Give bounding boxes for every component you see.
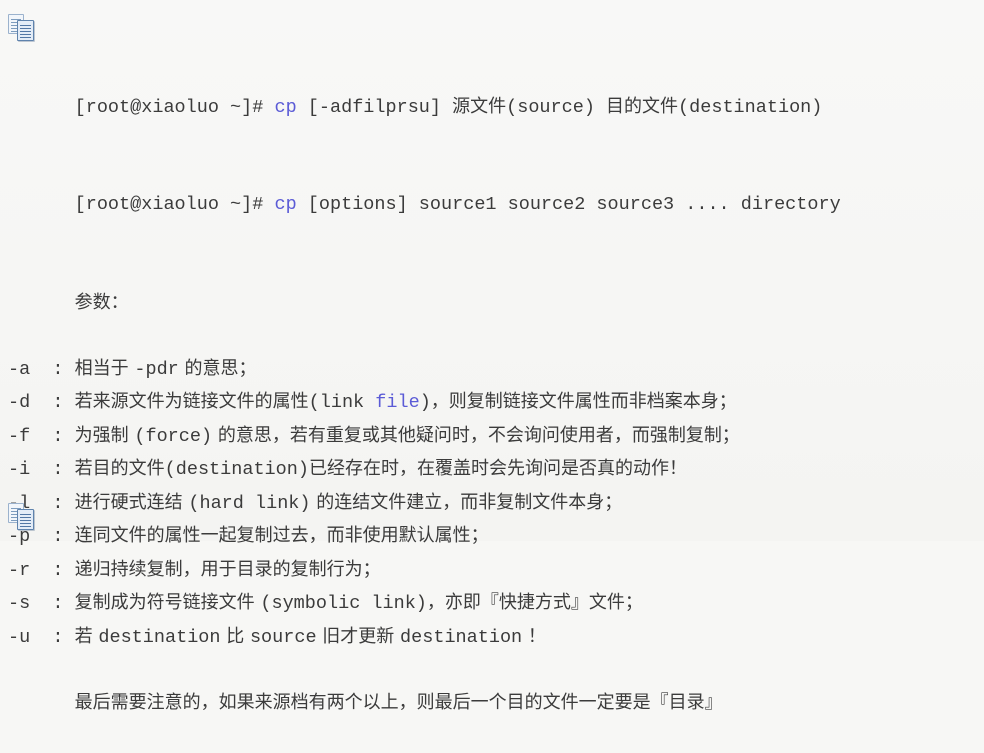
param-desc-segment: 相当于 bbox=[74, 357, 135, 379]
copy-icon-front-sheet bbox=[17, 509, 34, 530]
param-desc-segment: ) bbox=[419, 392, 431, 413]
param-desc-segment: destination bbox=[98, 626, 221, 648]
param-desc-segment: ！ bbox=[522, 625, 546, 647]
param-line: -d : 若来源文件为链接文件的属性(link file)，则复制链接文件属性而… bbox=[8, 386, 976, 420]
command-options: [-adfilprsu] bbox=[296, 96, 453, 118]
param-desc-segment: file bbox=[375, 392, 420, 413]
param-desc-segment: 进行硬式连结 bbox=[74, 491, 189, 513]
params-heading-label: 参数： bbox=[74, 291, 129, 313]
copy-icon[interactable] bbox=[8, 14, 36, 42]
param-separator: : bbox=[30, 459, 75, 480]
param-line: -a : 相当于 -pdr 的意思； bbox=[8, 353, 976, 387]
footer-note: 最后需要注意的，如果来源档有两个以上，则最后一个目的文件一定要是『目录』 bbox=[8, 654, 976, 753]
shell-prompt: [root@xiaoluo ~]# bbox=[74, 96, 275, 118]
param-flag: -d bbox=[8, 392, 31, 413]
param-desc-segment: (hard link) bbox=[188, 492, 311, 514]
param-desc-segment: 比 bbox=[220, 625, 250, 647]
param-desc-segment: destination bbox=[400, 626, 523, 648]
param-line: -u : 若 destination 比 source 旧才更新 destina… bbox=[8, 621, 976, 655]
param-desc-segment: ，则复制链接文件属性而非档案本身； bbox=[430, 391, 737, 412]
code-snippet-panel: [root@xiaoluo ~]# cp [-adfilprsu] 源文件(so… bbox=[0, 0, 984, 713]
param-desc-segment: 的意思； bbox=[178, 357, 257, 379]
param-desc-segment: (symbolic link) bbox=[260, 593, 427, 614]
param-line: -i : 若目的文件(destination)已经存在时，在覆盖时会先询问是否真… bbox=[8, 453, 976, 487]
param-desc-segment: (link bbox=[308, 392, 376, 413]
command-options: [options] source1 source2 source3 .... d… bbox=[296, 194, 841, 215]
param-desc-segment: 的意思，若有重复或其他疑问时，不会询问使用者，而强制复制； bbox=[212, 424, 740, 446]
command-line-2: [root@xiaoluo ~]# cp [options] source1 s… bbox=[8, 157, 976, 255]
footer-note-text: 最后需要注意的，如果来源档有两个以上，则最后一个目的文件一定要是『目录』 bbox=[74, 691, 723, 713]
copy-icon[interactable] bbox=[8, 503, 36, 531]
param-line: -s : 复制成为符号链接文件 (symbolic link)，亦即『快捷方式』… bbox=[8, 587, 976, 621]
param-desc-segment: 复制成为符号链接文件 bbox=[74, 592, 261, 613]
shell-prompt: [root@xiaoluo ~]# bbox=[74, 194, 275, 215]
param-separator: : bbox=[30, 425, 75, 447]
param-line: -r : 递归持续复制，用于目录的复制行为； bbox=[8, 554, 976, 588]
param-separator: : bbox=[30, 526, 75, 547]
params-list: -a : 相当于 -pdr 的意思； -d : 若来源文件为链接文件的属性(lin… bbox=[8, 353, 976, 655]
param-desc-segment: 若目的文件 bbox=[74, 458, 165, 479]
copy-icon-front-sheet bbox=[17, 20, 34, 41]
param-desc-segment: (force) bbox=[134, 425, 213, 447]
param-line: -f : 为强制 (force) 的意思，若有重复或其他疑问时，不会询问使用者，… bbox=[8, 420, 976, 454]
param-separator: : bbox=[30, 392, 75, 413]
command-source-paren: (source) bbox=[506, 96, 607, 118]
param-separator: : bbox=[30, 358, 75, 380]
param-desc-segment: 若 bbox=[74, 625, 99, 647]
command-dest-label: 目的文件 bbox=[606, 95, 679, 117]
param-desc-segment: 连同文件的属性一起复制过去，而非使用默认属性； bbox=[74, 525, 489, 546]
command-line-1: [root@xiaoluo ~]# cp [-adfilprsu] 源文件(so… bbox=[8, 58, 976, 157]
param-flag: -f bbox=[8, 425, 31, 447]
param-desc-segment: -pdr bbox=[134, 358, 179, 380]
param-flag: -a bbox=[8, 358, 31, 380]
param-desc-segment: source bbox=[249, 626, 317, 648]
code-text-block: [root@xiaoluo ~]# cp [-adfilprsu] 源文件(so… bbox=[8, 58, 976, 753]
param-desc-segment: 若来源文件为链接文件的属性 bbox=[74, 391, 309, 412]
command-dest-paren: (destination) bbox=[678, 96, 823, 118]
param-separator: : bbox=[30, 559, 75, 581]
param-desc-segment: 的连结文件建立，而非复制文件本身； bbox=[310, 491, 623, 513]
command-name: cp bbox=[274, 96, 297, 118]
param-flag: -i bbox=[8, 459, 31, 480]
param-line: -l : 进行硬式连结 (hard link) 的连结文件建立，而非复制文件本身… bbox=[8, 487, 976, 521]
params-heading: 参数： bbox=[8, 254, 976, 353]
param-flag: -u bbox=[8, 626, 31, 648]
param-line: -p : 连同文件的属性一起复制过去，而非使用默认属性； bbox=[8, 520, 976, 554]
command-name: cp bbox=[274, 194, 297, 215]
param-desc-segment: ，亦即『快捷方式』文件； bbox=[426, 592, 643, 613]
param-desc-segment: 已经存在时，在覆盖时会先询问是否真的动作！ bbox=[308, 458, 687, 479]
param-separator: : bbox=[30, 593, 75, 614]
param-desc-segment: 递归持续复制，用于目录的复制行为； bbox=[74, 558, 381, 580]
command-source-label: 源文件 bbox=[452, 95, 507, 117]
param-desc-segment: 为强制 bbox=[74, 424, 135, 446]
param-desc-segment: 旧才更新 bbox=[316, 625, 401, 647]
param-flag: -s bbox=[8, 593, 31, 614]
param-separator: : bbox=[30, 626, 75, 648]
param-desc-segment: (destination) bbox=[164, 459, 309, 480]
param-flag: -r bbox=[8, 559, 31, 581]
param-separator: : bbox=[30, 492, 75, 514]
